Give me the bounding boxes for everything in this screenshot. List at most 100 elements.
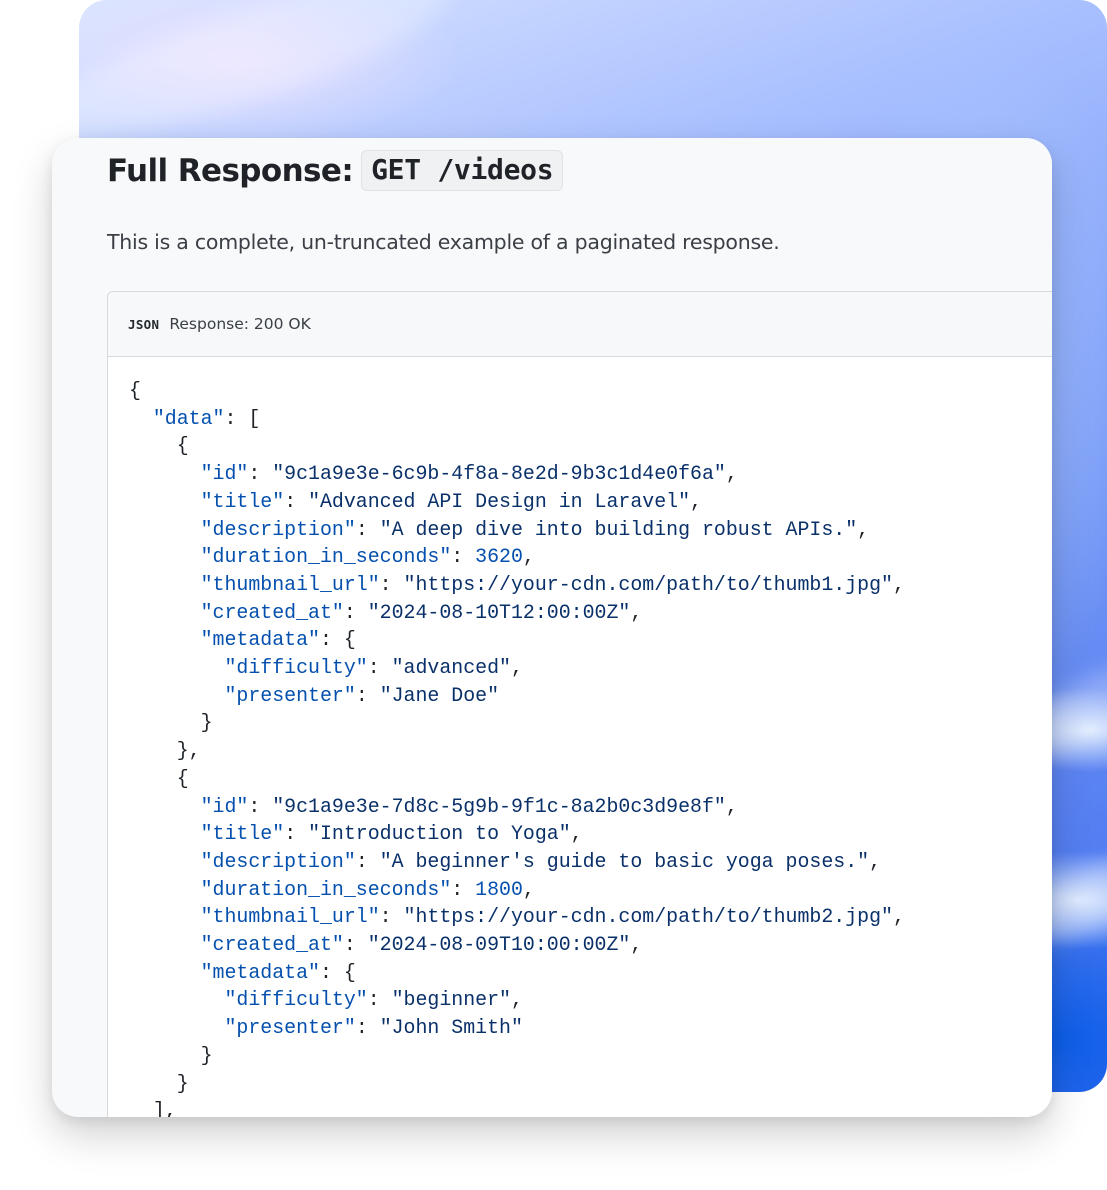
code-line: "title": "Introduction to Yoga", — [129, 822, 583, 845]
code-punctuation — [129, 684, 225, 707]
code-key: "thumbnail_url" — [200, 572, 380, 596]
code-key: "description" — [200, 517, 356, 541]
code-punctuation: : — [343, 600, 368, 624]
code-punctuation: : — [379, 572, 404, 596]
code-punctuation: : — [343, 933, 368, 957]
code-block: JSON Response: 200 OK { "data": [ { "id"… — [107, 291, 1052, 1117]
response-status-label[interactable]: Response: 200 OK — [169, 315, 310, 333]
code-punctuation: , — [725, 462, 738, 486]
code-key: "title" — [200, 489, 285, 513]
code-punctuation: } — [129, 1071, 189, 1095]
code-punctuation: ], — [129, 1099, 177, 1117]
code-punctuation: , — [690, 489, 702, 513]
code-line: "presenter": "Jane Doe" — [129, 683, 500, 707]
code-punctuation — [129, 628, 201, 651]
code-line: } — [129, 1044, 213, 1067]
code-key: "difficulty" — [224, 988, 368, 1012]
code-punctuation: , — [522, 545, 535, 569]
code-punctuation: { — [129, 434, 189, 458]
code-punctuation: : — [248, 794, 273, 818]
code-line: "data": [ — [129, 407, 260, 430]
code-punctuation: : — [451, 545, 476, 569]
code-line: "metadata": { — [129, 628, 356, 651]
code-line: "title": "Advanced API Design in Laravel… — [129, 490, 702, 513]
code-block-header: JSON Response: 200 OK — [108, 292, 1052, 357]
code-line: } — [129, 1072, 189, 1095]
code-key: "created_at" — [200, 933, 344, 957]
code-string: "https://your-cdn.com/path/to/thumb1.jpg… — [403, 572, 893, 596]
code-punctuation: : { — [320, 628, 356, 652]
code-punctuation: , — [570, 822, 583, 846]
code-line: "thumbnail_url": "https://your-cdn.com/p… — [129, 573, 905, 596]
code-string: "John Smith" — [379, 1016, 523, 1040]
code-punctuation: : — [379, 905, 404, 929]
code-line: "id": "9c1a9e3e-7d8c-5g9b-9f1c-8a2b0c3d9… — [129, 795, 738, 818]
code-punctuation: : — [248, 462, 273, 486]
code-line: { — [129, 379, 141, 402]
code-line: "description": "A deep dive into buildin… — [129, 518, 869, 541]
code-number: 1800 — [475, 877, 523, 901]
code-key: "metadata" — [200, 960, 320, 984]
code-line: "presenter": "John Smith" — [129, 1016, 523, 1039]
code-punctuation: } — [129, 711, 213, 735]
code-string: "Advanced API Design in Laravel" — [308, 489, 691, 513]
code-punctuation — [129, 656, 225, 679]
code-punctuation: : — [367, 988, 392, 1012]
code-key: "id" — [200, 462, 249, 486]
code-punctuation: : — [284, 489, 309, 513]
code-key: "id" — [200, 794, 249, 818]
code-string: "advanced" — [391, 656, 511, 680]
code-string: "9c1a9e3e-6c9b-4f8a-8e2d-9b3c1d4e0f6a" — [272, 462, 726, 486]
code-punctuation — [129, 407, 153, 430]
code-key: "duration_in_seconds" — [200, 545, 452, 569]
code-punctuation — [129, 933, 201, 956]
code-line: "duration_in_seconds": 1800, — [129, 878, 535, 901]
code-punctuation: , — [630, 600, 643, 624]
code-punctuation: , — [522, 877, 535, 901]
code-punctuation — [129, 905, 201, 928]
code-line: } — [129, 711, 213, 734]
code-punctuation — [129, 988, 225, 1011]
code-string: "Jane Doe" — [379, 683, 500, 707]
endpoint-code: GET /videos — [361, 150, 564, 191]
code-punctuation: : { — [320, 960, 356, 984]
code-punctuation: : — [367, 656, 392, 680]
code-punctuation: , — [725, 794, 738, 818]
code-punctuation — [129, 961, 201, 984]
code-punctuation — [129, 1016, 225, 1039]
code-punctuation: } — [129, 1043, 213, 1067]
page-title-text: Full Response: — [107, 152, 354, 189]
code-punctuation: : — [355, 683, 380, 707]
code-punctuation: , — [869, 849, 882, 873]
code-string: "2024-08-10T12:00:00Z" — [367, 600, 631, 624]
code-punctuation: }, — [129, 739, 201, 763]
code-key: "data" — [152, 406, 225, 430]
code-punctuation — [129, 850, 201, 873]
code-key: "created_at" — [200, 600, 344, 624]
code-line: ], — [129, 1099, 177, 1117]
code-punctuation: : — [284, 822, 309, 846]
code-key: "thumbnail_url" — [200, 905, 380, 929]
code-punctuation — [129, 822, 201, 845]
code-line: { — [129, 767, 189, 790]
code-key: "difficulty" — [224, 656, 368, 680]
code-key: "metadata" — [200, 628, 320, 652]
code-line: "created_at": "2024-08-09T10:00:00Z", — [129, 933, 643, 957]
code-line: "id": "9c1a9e3e-6c9b-4f8a-8e2d-9b3c1d4e0… — [129, 462, 738, 485]
code-punctuation: : — [355, 517, 380, 541]
code-line: "difficulty": "advanced", — [129, 656, 523, 679]
code-string: "beginner" — [391, 988, 511, 1012]
code-punctuation: : — [451, 877, 476, 901]
code-punctuation — [129, 601, 201, 624]
language-badge: JSON — [128, 316, 160, 332]
code-line: "duration_in_seconds": 3620, — [129, 545, 535, 568]
code-line: "created_at": "2024-08-10T12:00:00Z", — [129, 600, 643, 624]
code-line: "metadata": { — [129, 961, 356, 984]
code-line: { — [129, 434, 189, 457]
code-key: "description" — [200, 849, 356, 873]
code-line: }, — [129, 739, 201, 762]
code-body[interactable]: { "data": [ { "id": "9c1a9e3e-6c9b-4f8a-… — [108, 357, 1052, 1117]
code-punctuation: : [ — [224, 406, 261, 430]
code-punctuation: { — [129, 379, 141, 402]
code-key: "presenter" — [224, 1016, 356, 1040]
